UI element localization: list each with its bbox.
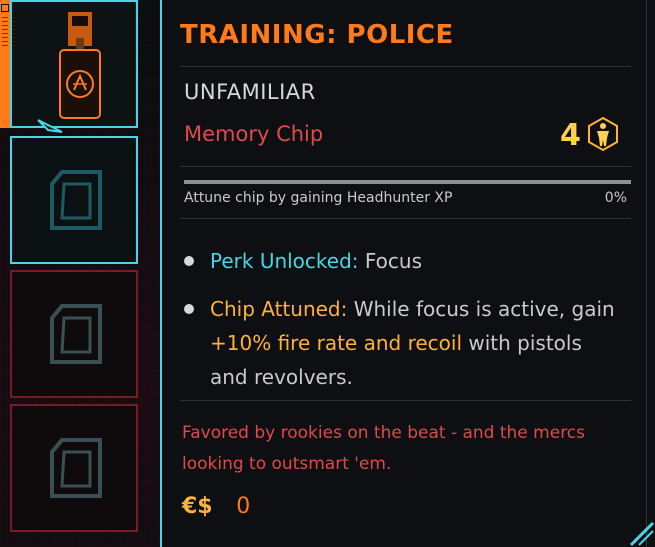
item-price: €$ 0: [182, 494, 250, 519]
strip-marker-icon: [1, 4, 9, 12]
chip-attuned-text-1: While focus is active, gain: [353, 297, 615, 321]
attune-percent: 0%: [604, 190, 627, 206]
divider: [180, 218, 631, 219]
divider: [180, 166, 631, 167]
item-rarity: UNFAMILIAR: [184, 80, 316, 104]
selection-arrow-icon: [37, 119, 63, 133]
attune-progress-bar: [184, 180, 631, 184]
divider: [180, 66, 631, 67]
strip-lines: [2, 16, 8, 46]
item-level: 4: [560, 118, 581, 153]
item-description: Favored by rookies on the beat - and the…: [182, 423, 586, 474]
corner-accent-icon: [629, 521, 655, 547]
sd-card-icon: [50, 170, 102, 230]
perk-unlocked-line: Perk Unlocked: Focus: [184, 244, 624, 278]
item-type: Memory Chip: [184, 122, 324, 146]
price-value: 0: [236, 494, 251, 519]
perk-list: Perk Unlocked: Focus Chip Attuned: While…: [184, 244, 624, 408]
chip-attuned-line: Chip Attuned: While focus is active, gai…: [184, 292, 624, 394]
chip-slot-2[interactable]: [10, 136, 138, 264]
currency-icon: €$: [182, 494, 213, 519]
bullet-dot-icon: [184, 256, 194, 266]
attribute-body-icon: [588, 116, 618, 152]
bullet-dot-icon: [184, 304, 194, 314]
chip-attuned-label: Chip Attuned:: [210, 297, 348, 321]
sd-card-icon: [50, 304, 102, 364]
perk-value: Focus: [364, 249, 423, 273]
divider: [180, 400, 631, 401]
panel-right-edge: [646, 0, 655, 547]
chip-slot-4[interactable]: [10, 404, 138, 532]
sd-card-icon: [50, 438, 102, 498]
chip-slot-1[interactable]: [10, 0, 138, 133]
chip-slot-3[interactable]: [10, 270, 138, 398]
item-title: TRAINING: POLICE: [180, 20, 454, 50]
attune-hint: Attune chip by gaining Headhunter XP: [184, 190, 453, 206]
memory-chip-icon: [59, 12, 101, 119]
item-tooltip-panel: TRAINING: POLICE UNFAMILIAR Memory Chip …: [160, 0, 655, 547]
chip-attuned-highlight: +10% fire rate and recoil: [210, 331, 463, 355]
perk-label: Perk Unlocked:: [210, 249, 359, 273]
inventory-side-strip: [0, 0, 10, 128]
